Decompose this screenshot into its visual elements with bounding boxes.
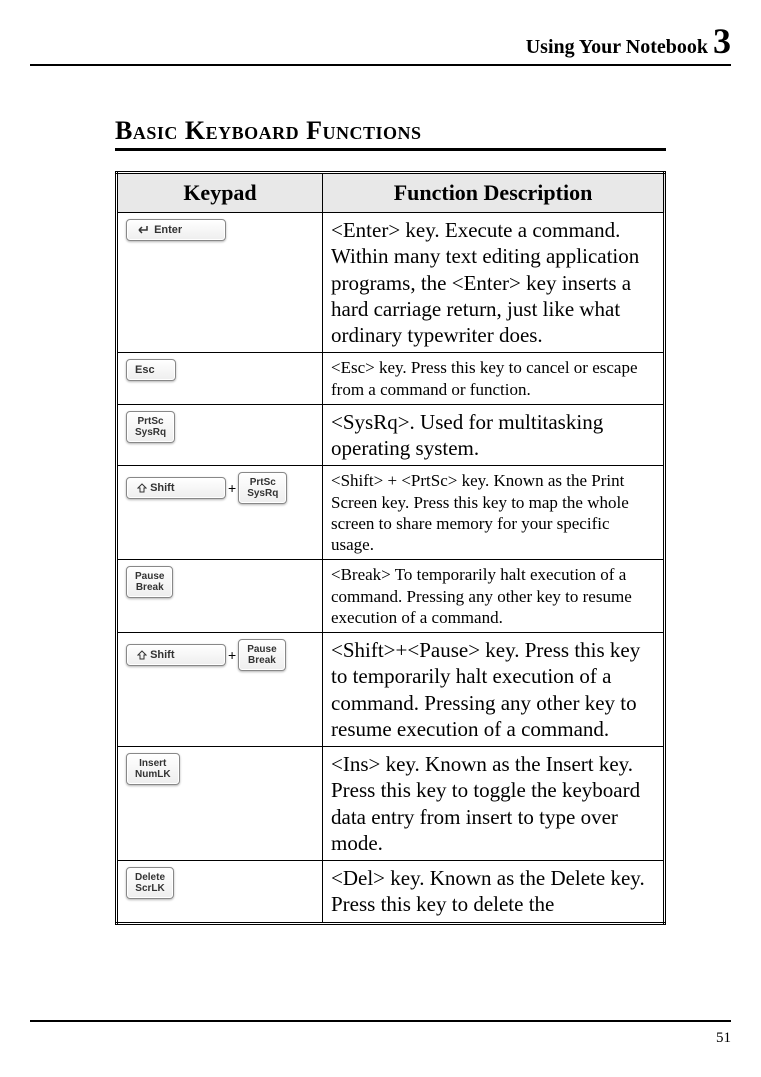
esc-key-icon: Esc [126,359,176,381]
key-label: Shift [150,649,174,661]
key-label: Break [135,582,164,593]
shift-key-icon: Shift [126,477,226,499]
pause-key-icon: Pause Break [238,639,285,671]
table-row: Insert NumLK <Ins> key. Known as the Ins… [117,747,665,861]
key-label: Shift [150,482,174,494]
keyboard-functions-table: Keypad Function Description Enter [115,171,666,925]
keypad-cell: Shift + Pause Break [117,633,323,747]
table-row: PrtSc SysRq <SysRq>. Used for multitaski… [117,404,665,466]
key-label: Pause [247,644,276,655]
key-label: Enter [154,224,182,236]
table-row: Esc <Esc> key. Press this key to cancel … [117,353,665,405]
key-label: PrtSc [135,416,166,427]
key-label: SysRq [135,427,166,438]
column-header-keypad: Keypad [117,173,323,213]
running-header: Using Your Notebook 3 [30,20,731,62]
table-row: Enter <Enter> key. Execute a command. Wi… [117,213,665,353]
enter-key-icon: Enter [126,219,226,241]
page-number: 51 [30,1030,731,1047]
description-cell: <Shift>+<Pause> key. Press this key to t… [323,633,665,747]
key-label: PrtSc [247,477,278,488]
key-label: SysRq [247,488,278,499]
chapter-number: 3 [713,21,731,61]
table-row: Shift + Pause Break <Shift>+<Pause> key.… [117,633,665,747]
keypad-cell: Esc [117,353,323,405]
description-cell: <Enter> key. Execute a command. Within m… [323,213,665,353]
key-label: Break [247,655,276,666]
plus-icon: + [228,647,236,663]
content: Basic Keyboard Functions Keypad Function… [30,116,731,1000]
key-label: NumLK [135,769,171,780]
table-row: Delete ScrLK <Del> key. Known as the Del… [117,861,665,924]
keypad-cell: Insert NumLK [117,747,323,861]
description-cell: <Shift> + <PrtSc> key. Known as the Prin… [323,466,665,560]
pause-key-icon: Pause Break [126,566,173,598]
insert-key-icon: Insert NumLK [126,753,180,785]
key-label: ScrLK [135,883,165,894]
delete-key-icon: Delete ScrLK [126,867,174,899]
key-label: Esc [135,364,155,376]
footer-region: 51 [30,1020,731,1047]
description-cell: <Break> To temporarily halt execution of… [323,560,665,633]
prtsc-key-icon: PrtSc SysRq [126,411,175,443]
key-combo: Shift + PrtSc SysRq [126,470,287,506]
table-row: Pause Break <Break> To temporarily halt … [117,560,665,633]
key-label: Delete [135,872,165,883]
key-label: Insert [135,758,171,769]
key-combo: Shift + Pause Break [126,637,286,673]
key-label: Pause [135,571,164,582]
table-row: Shift + PrtSc SysRq <Shift> + <PrtSc> ke… [117,466,665,560]
column-header-desc: Function Description [323,173,665,213]
keypad-cell: Shift + PrtSc SysRq [117,466,323,560]
keypad-cell: Pause Break [117,560,323,633]
description-cell: <Ins> key. Known as the Insert key. Pres… [323,747,665,861]
running-title: Using Your Notebook [526,36,708,58]
description-cell: <SysRq>. Used for multitasking operating… [323,404,665,466]
keypad-cell: PrtSc SysRq [117,404,323,466]
keypad-cell: Enter [117,213,323,353]
header-region: Using Your Notebook 3 [30,20,731,66]
description-cell: <Esc> key. Press this key to cancel or e… [323,353,665,405]
description-cell: <Del> key. Known as the Delete key. Pres… [323,861,665,924]
prtsc-key-icon: PrtSc SysRq [238,472,287,504]
section-title: Basic Keyboard Functions [115,116,666,151]
shift-key-icon: Shift [126,644,226,666]
plus-icon: + [228,480,236,496]
page: Using Your Notebook 3 Basic Keyboard Fun… [0,0,761,1077]
keypad-cell: Delete ScrLK [117,861,323,924]
